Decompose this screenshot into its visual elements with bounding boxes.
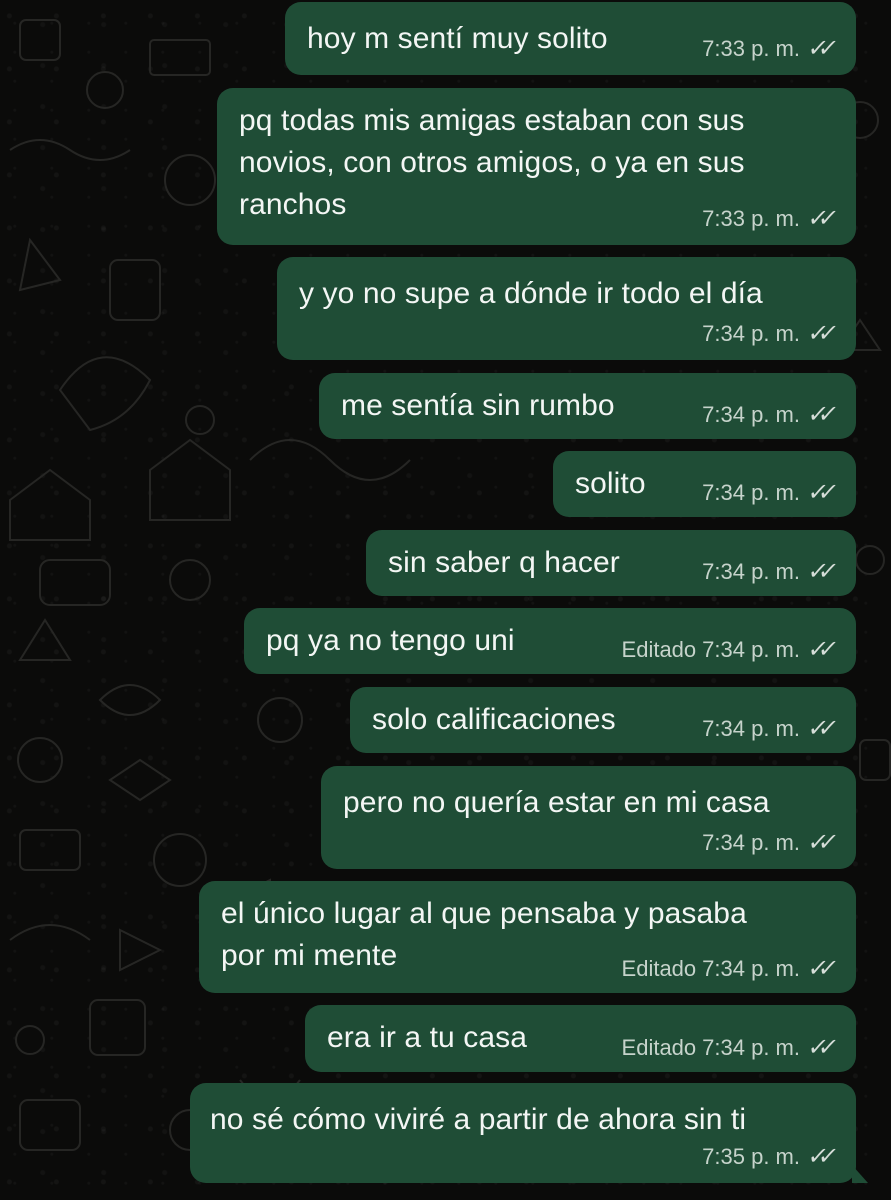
message-time: 7:34 p. m.: [702, 559, 800, 584]
message-bubble[interactable]: hoy m sentí muy solito 7:33 p. m. ✓✓: [285, 2, 856, 75]
message-bubble[interactable]: pero no quería estar en mi casa 7:34 p. …: [321, 766, 856, 869]
message-time: 7:33 p. m.: [702, 36, 800, 61]
message-time: 7:34 p. m.: [702, 1035, 800, 1060]
message-text-line: pq todas mis amigas estaban con sus: [239, 104, 745, 137]
message-bubble[interactable]: solo calificaciones 7:34 p. m. ✓✓: [350, 687, 856, 753]
edited-label: Editado: [621, 1035, 697, 1060]
edited-label: Editado: [621, 637, 697, 662]
message-meta: 7:34 p. m. ✓✓: [702, 401, 838, 428]
message-text: era ir a tu casa: [327, 1021, 528, 1054]
message-text: solo calificaciones: [372, 703, 616, 736]
message-text: solito: [575, 467, 646, 500]
double-check-icon: ✓✓: [805, 320, 831, 347]
message-meta: 7:34 p. m. ✓✓: [702, 558, 838, 585]
message-meta: 7:33 p. m. ✓✓: [702, 35, 838, 62]
message-time: 7:34 p. m.: [702, 321, 800, 346]
message-time: 7:34 p. m.: [702, 716, 800, 741]
message-bubble[interactable]: no sé cómo viviré a partir de ahora sin …: [190, 1083, 868, 1183]
message-text: pq todas mis amigas estaban con sus novi…: [239, 100, 745, 226]
message-text: pero no quería estar en mi casa: [343, 786, 770, 819]
message-text-line: novios, con otros amigos, o ya en sus: [239, 146, 745, 179]
message-meta: 7:34 p. m. ✓✓: [702, 320, 838, 347]
message-text: me sentía sin rumbo: [341, 389, 615, 422]
double-check-icon: ✓✓: [805, 1034, 831, 1061]
message-bubble[interactable]: era ir a tu casa Editado 7:34 p. m. ✓✓: [305, 1005, 856, 1072]
message-text: pq ya no tengo uni: [266, 624, 515, 657]
message-meta: Editado 7:34 p. m. ✓✓: [621, 955, 838, 982]
message-bubble[interactable]: el único lugar al que pensaba y pasaba p…: [199, 881, 856, 993]
message-bubble[interactable]: me sentía sin rumbo 7:34 p. m. ✓✓: [319, 373, 856, 439]
message-text-line: ranchos: [239, 188, 347, 221]
message-meta: 7:34 p. m. ✓✓: [702, 829, 838, 856]
message-meta: 7:35 p. m. ✓✓: [702, 1143, 838, 1170]
message-meta: 7:33 p. m. ✓✓: [702, 205, 838, 232]
message-time: 7:34 p. m.: [702, 830, 800, 855]
chat-thread: hoy m sentí muy solito 7:33 p. m. ✓✓ pq …: [0, 0, 891, 1200]
message-bubble[interactable]: sin saber q hacer 7:34 p. m. ✓✓: [366, 530, 856, 596]
double-check-icon: ✓✓: [805, 35, 831, 62]
double-check-icon: ✓✓: [805, 636, 831, 663]
message-meta: 7:34 p. m. ✓✓: [702, 715, 838, 742]
edited-label: Editado: [621, 956, 697, 981]
double-check-icon: ✓✓: [805, 1143, 831, 1170]
message-time: 7:35 p. m.: [702, 1144, 800, 1169]
message-time: 7:34 p. m.: [702, 637, 800, 662]
message-meta: Editado 7:34 p. m. ✓✓: [621, 1034, 838, 1061]
double-check-icon: ✓✓: [805, 479, 831, 506]
message-text-line: el único lugar al que pensaba y pasaba: [221, 897, 747, 930]
double-check-icon: ✓✓: [805, 558, 831, 585]
message-time: 7:33 p. m.: [702, 206, 800, 231]
double-check-icon: ✓✓: [805, 401, 831, 428]
message-text: no sé cómo viviré a partir de ahora sin …: [210, 1103, 747, 1136]
message-text: hoy m sentí muy solito: [307, 22, 608, 55]
double-check-icon: ✓✓: [805, 955, 831, 982]
double-check-icon: ✓✓: [805, 829, 831, 856]
message-meta: 7:34 p. m. ✓✓: [702, 479, 838, 506]
message-time: 7:34 p. m.: [702, 402, 800, 427]
double-check-icon: ✓✓: [805, 205, 831, 232]
double-check-icon: ✓✓: [805, 715, 831, 742]
message-bubble[interactable]: y yo no supe a dónde ir todo el día 7:34…: [277, 257, 856, 360]
message-time: 7:34 p. m.: [702, 956, 800, 981]
message-text: y yo no supe a dónde ir todo el día: [299, 277, 763, 310]
message-text: sin saber q hacer: [388, 546, 620, 579]
message-meta: Editado 7:34 p. m. ✓✓: [621, 636, 838, 663]
message-time: 7:34 p. m.: [702, 480, 800, 505]
message-bubble[interactable]: solito 7:34 p. m. ✓✓: [553, 451, 856, 517]
message-bubble[interactable]: pq todas mis amigas estaban con sus novi…: [217, 88, 856, 245]
message-bubble[interactable]: pq ya no tengo uni Editado 7:34 p. m. ✓✓: [244, 608, 856, 674]
